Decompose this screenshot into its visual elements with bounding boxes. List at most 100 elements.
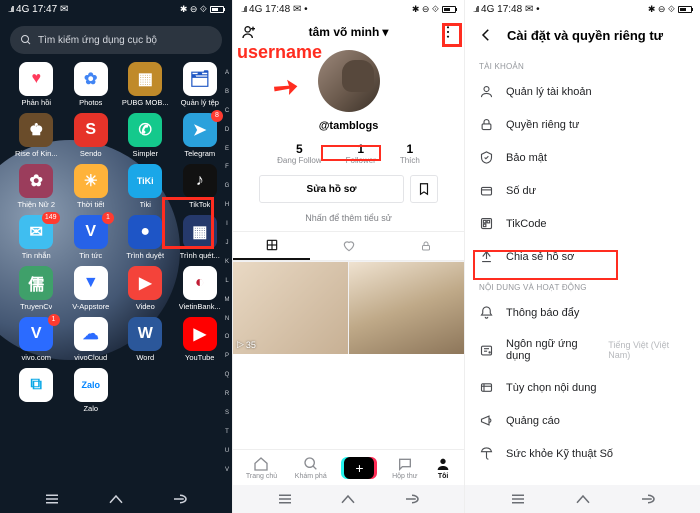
- app-vietinbank-[interactable]: ◐VietinBank...: [174, 266, 227, 311]
- app-search-input[interactable]: Tìm kiếm ứng dụng cục bộ: [10, 26, 222, 54]
- app-simpler[interactable]: ✆Simpler: [119, 113, 172, 158]
- index-P[interactable]: P: [223, 353, 231, 359]
- bottom-tab-label: Trang chủ: [246, 473, 277, 480]
- index-R[interactable]: R: [223, 391, 231, 397]
- app-icon: ▦: [128, 62, 162, 96]
- settings-item-t-y-ch-n-n-i-dung[interactable]: Tùy chọn nội dung: [465, 371, 700, 404]
- settings-item-chia-s-h-s-[interactable]: Chia sẻ hồ sơ: [465, 240, 700, 273]
- item-label: Thông báo đẩy: [506, 307, 579, 319]
- bottom-tab-Tôi[interactable]: Tôi: [435, 456, 451, 480]
- app-icon: ▦: [183, 215, 217, 249]
- back-icon[interactable]: [403, 490, 421, 508]
- tab-grid[interactable]: [233, 232, 310, 260]
- app-tr-nh-duy-t[interactable]: ●Trình duyệt: [119, 215, 172, 260]
- app-pubg-mob-[interactable]: ▦ PUBG MOB...: [119, 62, 172, 107]
- app-truyencv[interactable]: 儒TruyenCv: [10, 266, 63, 311]
- settings-item-th-ng-b-o-y[interactable]: Thông báo đẩy: [465, 296, 700, 329]
- index-O[interactable]: O: [223, 334, 231, 340]
- app-icon: ▼: [74, 266, 108, 300]
- index-B[interactable]: B: [223, 89, 231, 95]
- alphabet-index[interactable]: ABCDEFGHIJKLMNOPQRSTUV: [223, 70, 231, 473]
- add-friend-icon[interactable]: [241, 24, 257, 40]
- app-youtube[interactable]: ▶YouTube: [174, 317, 227, 362]
- settings-item-s-d-[interactable]: Số dư: [465, 174, 700, 207]
- app-telegram[interactable]: ➤Telegram8: [174, 113, 227, 158]
- settings-item-qu-ng-c-o[interactable]: Quảng cáo: [465, 404, 700, 437]
- app-video[interactable]: ▶Video: [119, 266, 172, 311]
- index-E[interactable]: E: [223, 146, 231, 152]
- index-N[interactable]: N: [223, 316, 231, 322]
- app-qu-n-l-t-p[interactable]: 🗂Quản lý tệp: [174, 62, 227, 107]
- back-icon[interactable]: [639, 490, 657, 508]
- index-Q[interactable]: Q: [223, 372, 231, 378]
- video-thumb[interactable]: [349, 262, 464, 354]
- app-tin-nh-n[interactable]: ✉Tin nhắn149: [10, 215, 63, 260]
- index-I[interactable]: I: [223, 221, 231, 227]
- index-H[interactable]: H: [223, 202, 231, 208]
- app-word[interactable]: WWord: [119, 317, 172, 362]
- app-tiki[interactable]: TiKiTiki: [119, 164, 172, 209]
- video-thumb[interactable]: ▷ 35: [233, 262, 348, 354]
- app-sendo[interactable]: SSendo: [65, 113, 118, 158]
- settings-item-quy-n-ri-ng-t-[interactable]: Quyền riêng tư: [465, 108, 700, 141]
- index-M[interactable]: M: [223, 297, 231, 303]
- bottom-tab-Trang chủ[interactable]: Trang chủ: [246, 456, 277, 480]
- index-G[interactable]: G: [223, 183, 231, 189]
- index-A[interactable]: A: [223, 70, 231, 76]
- home-icon[interactable]: [339, 490, 357, 508]
- index-D[interactable]: D: [223, 127, 231, 133]
- index-F[interactable]: F: [223, 164, 231, 170]
- more-menu-icon[interactable]: [440, 24, 456, 40]
- app-app[interactable]: ⧉: [10, 368, 63, 413]
- section-account-label: TÀI KHOẢN: [465, 52, 700, 75]
- tab-liked[interactable]: [310, 232, 387, 260]
- create-button[interactable]: +: [344, 457, 374, 479]
- item-label: Quyền riêng tư: [506, 119, 579, 131]
- settings-item-s-c-kh-e-k-thu-t-s-[interactable]: Sức khỏe Kỹ thuật Số: [465, 437, 700, 470]
- bookmark-button[interactable]: [410, 175, 438, 203]
- username-handle[interactable]: @tamblogs: [316, 119, 382, 133]
- bio-hint[interactable]: Nhấn để thêm tiểu sử: [233, 213, 464, 223]
- app-tin-t-c[interactable]: VTin tức1: [65, 215, 118, 260]
- app-vivocloud[interactable]: ☁vivoCloud: [65, 317, 118, 362]
- app-label: Tin nhắn: [22, 251, 51, 260]
- bottom-tab-Hộp thư[interactable]: Hộp thư: [392, 456, 417, 480]
- profile-title[interactable]: tâm võ minh ▾: [309, 25, 389, 39]
- settings-item-ng-n-ng-ng-d-ng[interactable]: Ngôn ngữ ứng dụngTiếng Việt (Việt Nam): [465, 329, 700, 371]
- app-label: PUBG MOB...: [122, 98, 169, 107]
- index-C[interactable]: C: [223, 108, 231, 114]
- app-thi-n-n-2[interactable]: ✿Thiện Nữ 2: [10, 164, 63, 209]
- recent-apps-icon[interactable]: [43, 490, 61, 508]
- recent-apps-icon[interactable]: [509, 490, 527, 508]
- stat-item[interactable]: 1Follower: [346, 142, 376, 165]
- settings-item-qu-n-l-t-i-kho-n[interactable]: Quản lý tài khoản: [465, 75, 700, 108]
- home-icon[interactable]: [107, 490, 125, 508]
- index-K[interactable]: K: [223, 259, 231, 265]
- edit-profile-button[interactable]: Sửa hồ sơ: [259, 175, 404, 203]
- app-v-appstore[interactable]: ▼V-Appstore: [65, 266, 118, 311]
- app-rise-of-kin-[interactable]: ♚Rise of Kin...: [10, 113, 63, 158]
- index-J[interactable]: J: [223, 240, 231, 246]
- settings-item-b-o-m-t[interactable]: Bảo mật: [465, 141, 700, 174]
- app-ph-n-h-i[interactable]: ♥Phản hồi: [10, 62, 63, 107]
- item-label: TikCode: [506, 218, 547, 230]
- app-tiktok[interactable]: ♪TikTok: [174, 164, 227, 209]
- settings-item-tikcode[interactable]: TikCode: [465, 207, 700, 240]
- app-zalo[interactable]: ZaloZalo: [65, 368, 118, 413]
- back-arrow-icon[interactable]: [477, 26, 495, 44]
- back-icon[interactable]: [171, 490, 189, 508]
- home-icon[interactable]: [574, 490, 592, 508]
- bottom-tab-Khám phá[interactable]: Khám phá: [295, 456, 327, 480]
- app-tr-nh-qu-t-[interactable]: ▦Trình quét...: [174, 215, 227, 260]
- avatar[interactable]: [318, 50, 380, 112]
- index-L[interactable]: L: [223, 278, 231, 284]
- tab-private[interactable]: [387, 232, 464, 260]
- app-vivo-com[interactable]: Vvivo.com1: [10, 317, 63, 362]
- app-th-i-ti-t[interactable]: ☀Thời tiết: [65, 164, 118, 209]
- app-photos[interactable]: ✿Photos: [65, 62, 118, 107]
- stat-item[interactable]: 1Thích: [400, 142, 420, 165]
- profile-tabs: [233, 231, 464, 261]
- recent-apps-icon[interactable]: [276, 490, 294, 508]
- app-icon: ▶: [183, 317, 217, 351]
- stat-item[interactable]: 5Đang Follow: [277, 142, 321, 165]
